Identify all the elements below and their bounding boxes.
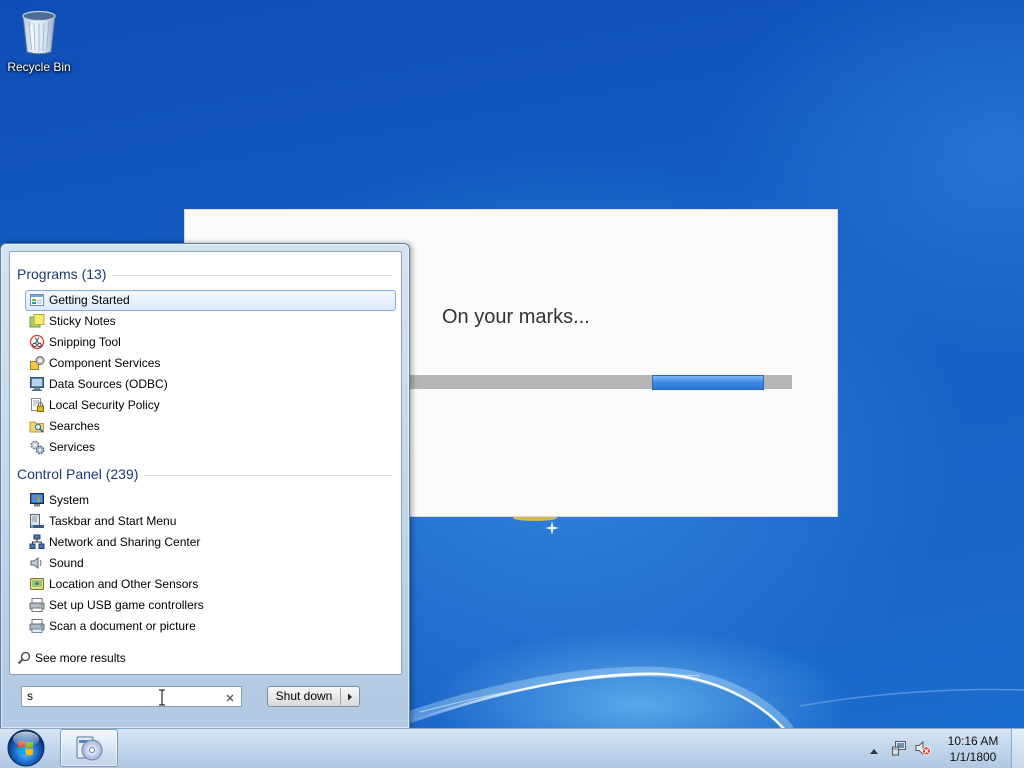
result-label: Scan a document or picture <box>49 619 196 633</box>
result-services[interactable]: Services <box>25 437 396 458</box>
mouse-cursor-ibeam <box>159 689 165 706</box>
services-icon <box>29 439 45 455</box>
result-sound[interactable]: Sound <box>25 553 396 574</box>
clock-time: 10:16 AM <box>947 734 999 748</box>
start-button[interactable] <box>5 729 47 767</box>
network-sharing-icon <box>29 534 45 550</box>
result-data-sources[interactable]: Data Sources (ODBC) <box>25 374 396 395</box>
result-label: Location and Other Sensors <box>49 577 199 591</box>
result-label: Snipping Tool <box>49 335 121 349</box>
installer-disc-icon <box>76 736 103 761</box>
result-getting-started[interactable]: Getting Started <box>25 290 396 311</box>
result-label: Services <box>49 440 96 454</box>
location-sensors-icon <box>29 576 45 592</box>
result-label: Data Sources (ODBC) <box>49 377 168 391</box>
show-hidden-icons-icon[interactable] <box>869 744 879 754</box>
result-location-and-other-sensors[interactable]: Location and Other Sensors <box>25 574 396 595</box>
clock-date: 1/1/1800 <box>949 750 997 764</box>
group-title: Programs (13) <box>17 266 107 282</box>
result-label: Sound <box>49 556 84 570</box>
result-label: Taskbar and Start Menu <box>49 514 177 528</box>
result-snipping-tool[interactable]: Snipping Tool <box>25 332 396 353</box>
progress-bar-marquee <box>652 375 764 390</box>
show-desktop-button[interactable] <box>1011 729 1024 768</box>
getting-started-icon <box>29 292 45 308</box>
close-icon[interactable] <box>225 692 235 702</box>
splash-message: On your marks... <box>442 306 590 328</box>
result-usb-game-controllers[interactable]: Set up USB game controllers <box>25 595 396 616</box>
result-component-services[interactable]: Component Services <box>25 353 396 374</box>
result-taskbar-and-start-menu[interactable]: Taskbar and Start Menu <box>25 511 396 532</box>
scanner-icon <box>29 618 45 634</box>
shut-down-options-button[interactable] <box>341 687 359 706</box>
system-icon <box>29 492 45 508</box>
taskbar-clock[interactable]: 10:16 AM 1/1/1800 <box>943 729 1003 768</box>
result-scan-document[interactable]: Scan a document or picture <box>25 616 396 637</box>
search-results-panel: Programs (13) Getting Started Sticky Not… <box>9 251 402 675</box>
taskbar: 10:16 AM 1/1/1800 <box>0 728 1024 768</box>
windows-start-orb-icon <box>7 729 45 767</box>
result-searches[interactable]: Searches <box>25 416 396 437</box>
search-icon <box>17 651 31 665</box>
result-label: Set up USB game controllers <box>49 598 204 612</box>
result-label: Network and Sharing Center <box>49 535 201 549</box>
wallpaper-logo-glint <box>513 517 559 535</box>
see-more-label: See more results <box>35 651 126 665</box>
data-sources-icon <box>29 376 45 392</box>
result-label: System <box>49 493 90 507</box>
chevron-right-icon <box>348 693 352 701</box>
start-menu: Programs (13) Getting Started Sticky Not… <box>0 243 410 728</box>
start-search-box[interactable] <box>21 686 242 707</box>
component-services-icon <box>29 355 45 371</box>
taskbar-start-menu-icon <box>29 513 45 529</box>
taskbar-app-button[interactable] <box>60 729 118 767</box>
shut-down-button[interactable]: Shut down <box>267 686 360 707</box>
result-local-security-policy[interactable]: Local Security Policy <box>25 395 396 416</box>
result-label: Local Security Policy <box>49 398 160 412</box>
searches-icon <box>29 418 45 434</box>
result-system[interactable]: System <box>25 490 396 511</box>
shut-down-label: Shut down <box>275 689 333 703</box>
result-label: Sticky Notes <box>49 314 116 328</box>
result-sticky-notes[interactable]: Sticky Notes <box>25 311 396 332</box>
recycle-bin-icon <box>19 8 59 56</box>
start-search-input[interactable] <box>27 687 217 706</box>
group-header-programs[interactable]: Programs (13) <box>17 266 392 282</box>
desktop-icon-label: Recycle Bin <box>7 60 71 74</box>
group-title: Control Panel (239) <box>17 466 139 482</box>
game-controllers-icon <box>29 597 45 613</box>
local-security-policy-icon <box>29 397 45 413</box>
group-divider <box>144 474 392 476</box>
group-header-control-panel[interactable]: Control Panel (239) <box>17 466 392 482</box>
see-more-results-link[interactable]: See more results <box>17 649 217 667</box>
sticky-notes-icon <box>29 313 45 329</box>
result-label: Searches <box>49 419 100 433</box>
result-label: Component Services <box>49 356 161 370</box>
sound-icon <box>29 555 45 571</box>
network-icon[interactable] <box>891 740 907 756</box>
result-label: Getting Started <box>49 293 130 307</box>
volume-muted-icon[interactable] <box>915 740 931 756</box>
snipping-tool-icon <box>29 334 45 350</box>
result-network-and-sharing-center[interactable]: Network and Sharing Center <box>25 532 396 553</box>
desktop-icon-recycle-bin[interactable]: Recycle Bin <box>0 4 78 76</box>
group-divider <box>112 274 392 276</box>
